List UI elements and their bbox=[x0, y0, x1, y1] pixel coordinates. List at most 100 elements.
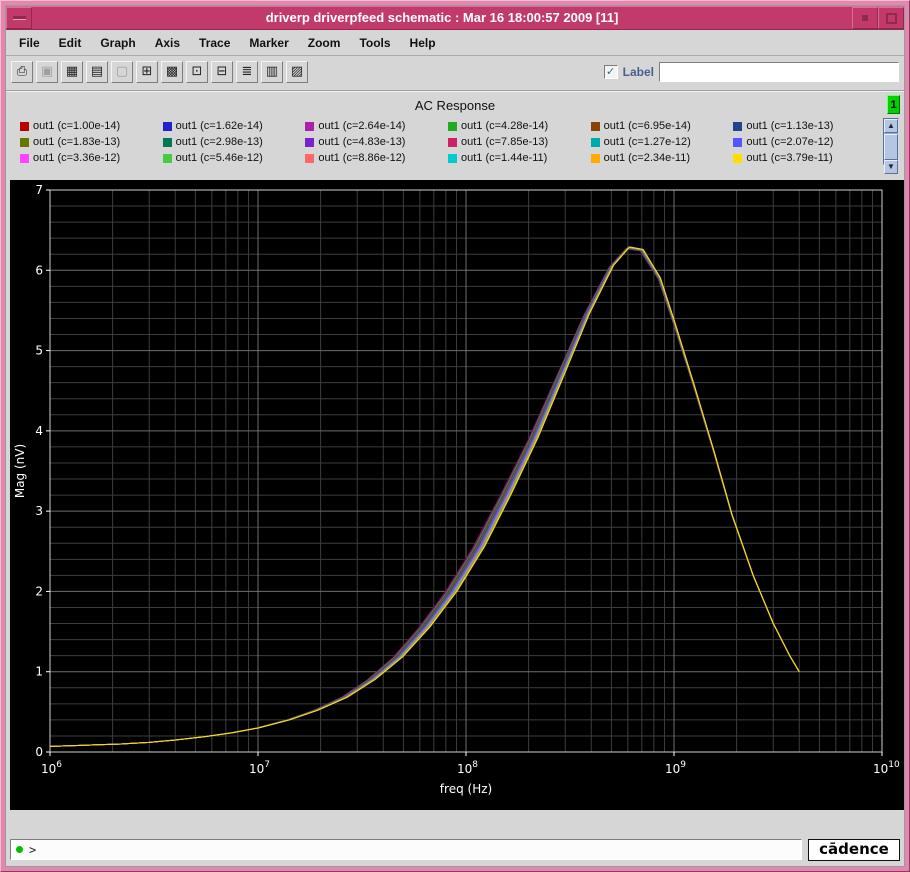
menubar: File Edit Graph Axis Trace Marker Zoom T… bbox=[6, 30, 904, 56]
delete-subwindow-icon[interactable]: ⊟ bbox=[211, 61, 233, 83]
trace-label: out1 (c=1.83e-13) bbox=[33, 136, 121, 148]
legend-item[interactable]: out1 (c=1.13e-13) bbox=[733, 120, 874, 132]
trace-swatch-icon bbox=[162, 153, 172, 163]
table-icon[interactable]: ▥ bbox=[261, 61, 283, 83]
legend-item[interactable]: out1 (c=7.85e-13) bbox=[448, 136, 589, 148]
trace-swatch-icon bbox=[162, 137, 172, 147]
legend-item[interactable]: out1 (c=6.95e-14) bbox=[590, 120, 732, 132]
toolbar: ⎙ ▣ ▦ ▤ ▢ ⊞ ▩ ⊡ ⊟ ≣ ▥ ▨ ✓ Label bbox=[6, 56, 904, 88]
trace-swatch-icon bbox=[448, 137, 457, 147]
menu-graph[interactable]: Graph bbox=[91, 33, 144, 53]
window-menu-button[interactable] bbox=[6, 7, 32, 29]
legend-item[interactable]: out1 (c=4.28e-14) bbox=[448, 120, 589, 132]
legend-item[interactable]: out1 (c=2.64e-14) bbox=[305, 120, 446, 132]
statusbar: > cādence bbox=[6, 838, 904, 866]
blank-display-icon: ▢ bbox=[111, 61, 133, 83]
menu-marker[interactable]: Marker bbox=[240, 33, 297, 53]
legend-item[interactable]: out1 (c=5.46e-12) bbox=[162, 152, 304, 164]
legend-scrollbar[interactable]: ▲ ▼ bbox=[883, 118, 899, 174]
minimize-button[interactable] bbox=[852, 7, 878, 29]
legend-item[interactable]: out1 (c=1.83e-13) bbox=[20, 136, 161, 148]
window-body: driverp driverpfeed schematic : Mar 16 1… bbox=[5, 5, 905, 867]
trace-label: out1 (c=2.34e-11) bbox=[603, 152, 690, 164]
legend-item[interactable]: out1 (c=1.44e-11) bbox=[448, 152, 589, 164]
label-input[interactable] bbox=[659, 62, 899, 82]
titlebar[interactable]: driverp driverpfeed schematic : Mar 16 1… bbox=[6, 6, 904, 30]
list-icon[interactable]: ≣ bbox=[236, 61, 258, 83]
legend-item[interactable]: out1 (c=4.83e-13) bbox=[305, 136, 446, 148]
overlay-icon[interactable]: ▩ bbox=[161, 61, 183, 83]
command-prompt: > bbox=[29, 842, 37, 857]
scroll-down-icon[interactable]: ▼ bbox=[884, 160, 898, 174]
legend-item[interactable]: out1 (c=3.36e-12) bbox=[20, 152, 161, 164]
svg-text:7: 7 bbox=[35, 183, 43, 197]
trace-label: out1 (c=1.13e-13) bbox=[746, 120, 834, 132]
svg-text:Mag (nV): Mag (nV) bbox=[13, 444, 27, 498]
status-indicator-icon bbox=[16, 846, 23, 853]
scrollbar-thumb[interactable] bbox=[884, 134, 898, 160]
legend-item[interactable]: out1 (c=2.07e-12) bbox=[733, 136, 874, 148]
trace-swatch-icon bbox=[305, 121, 315, 131]
trace-swatch-icon bbox=[733, 121, 743, 131]
ac-response-plot[interactable]: 0 1 2 3 4 5 6 7 106 107 108 109 1010 freq (Hz) Mag (nV… bbox=[10, 180, 904, 810]
svg-text:3: 3 bbox=[35, 504, 43, 518]
menu-tools[interactable]: Tools bbox=[350, 33, 399, 53]
menu-help[interactable]: Help bbox=[401, 33, 445, 53]
trace-swatch-icon bbox=[305, 137, 315, 147]
trace-swatch-icon bbox=[20, 153, 29, 163]
trace-label: out1 (c=5.46e-12) bbox=[175, 152, 263, 164]
menu-trace[interactable]: Trace bbox=[190, 33, 239, 53]
svg-text:0: 0 bbox=[35, 745, 43, 759]
trace-swatch-icon bbox=[590, 121, 600, 131]
toolbar-icons: ⎙ ▣ ▦ ▤ ▢ ⊞ ▩ ⊡ ⊟ ≣ ▥ ▨ bbox=[11, 61, 308, 83]
grid-display-icon[interactable]: ▦ bbox=[61, 61, 83, 83]
maximize-icon bbox=[885, 12, 897, 24]
trace-swatch-icon bbox=[733, 137, 743, 147]
legend-item[interactable]: out1 (c=1.00e-14) bbox=[20, 120, 161, 132]
svg-text:6: 6 bbox=[35, 263, 43, 277]
menu-edit[interactable]: Edit bbox=[50, 33, 91, 53]
svg-text:5: 5 bbox=[35, 344, 43, 358]
legend-item[interactable]: out1 (c=1.62e-14) bbox=[162, 120, 304, 132]
trace-swatch-icon bbox=[20, 137, 29, 147]
legend-region: out1 (c=1.00e-14) out1 (c=1.62e-14) out1 (… bbox=[6, 118, 904, 174]
trace-label: out1 (c=6.95e-14) bbox=[603, 120, 691, 132]
legend-item[interactable]: out1 (c=3.79e-11) bbox=[733, 152, 874, 164]
subwindow-number-badge[interactable]: 1 bbox=[887, 95, 900, 114]
plot-title: AC Response bbox=[414, 98, 496, 113]
label-group: ✓ Label bbox=[603, 62, 899, 82]
menu-zoom[interactable]: Zoom bbox=[299, 33, 350, 53]
command-line[interactable]: > bbox=[10, 839, 802, 860]
window-title: driverp driverpfeed schematic : Mar 16 1… bbox=[265, 10, 619, 25]
trace-label: out1 (c=2.07e-12) bbox=[746, 136, 834, 148]
menu-file[interactable]: File bbox=[10, 33, 49, 53]
maximize-button[interactable] bbox=[878, 7, 904, 29]
trace-label: out1 (c=4.28e-14) bbox=[461, 120, 549, 132]
svg-text:109: 109 bbox=[665, 760, 686, 776]
svg-text:1010: 1010 bbox=[873, 760, 900, 776]
svg-text:106: 106 bbox=[41, 760, 62, 776]
legend-item[interactable]: out1 (c=8.86e-12) bbox=[305, 152, 446, 164]
scroll-up-icon[interactable]: ▲ bbox=[884, 119, 898, 133]
new-subwindow-icon[interactable]: ⊞ bbox=[136, 61, 158, 83]
plot-area: 0 1 2 3 4 5 6 7 106 107 108 109 1010 freq (Hz) Mag (nV… bbox=[10, 180, 904, 810]
trace-legend: out1 (c=1.00e-14) out1 (c=1.62e-14) out1 (… bbox=[20, 120, 874, 164]
print-icon[interactable]: ⎙ bbox=[11, 61, 33, 83]
label-checkbox-label: Label bbox=[622, 65, 654, 79]
cadence-logo: cādence bbox=[808, 838, 900, 861]
trace-swatch-icon bbox=[733, 153, 743, 163]
copy-window-icon[interactable]: ⊡ bbox=[186, 61, 208, 83]
label-checkbox[interactable]: ✓ bbox=[603, 65, 618, 79]
menu-axis[interactable]: Axis bbox=[146, 33, 189, 53]
strip-display-icon[interactable]: ▤ bbox=[86, 61, 108, 83]
trace-label: out1 (c=3.36e-12) bbox=[33, 152, 121, 164]
trace-label: out1 (c=1.00e-14) bbox=[33, 120, 121, 132]
legend-item[interactable]: out1 (c=1.27e-12) bbox=[590, 136, 732, 148]
trace-label: out1 (c=3.79e-11) bbox=[746, 152, 833, 164]
legend-item[interactable]: out1 (c=2.34e-11) bbox=[590, 152, 732, 164]
svg-text:108: 108 bbox=[457, 760, 478, 776]
trace-label: out1 (c=8.86e-12) bbox=[318, 152, 406, 164]
legend-item[interactable]: out1 (c=2.98e-13) bbox=[162, 136, 304, 148]
hardcopy-options-icon[interactable]: ▨ bbox=[286, 61, 308, 83]
application-window: driverp driverpfeed schematic : Mar 16 1… bbox=[0, 0, 910, 872]
